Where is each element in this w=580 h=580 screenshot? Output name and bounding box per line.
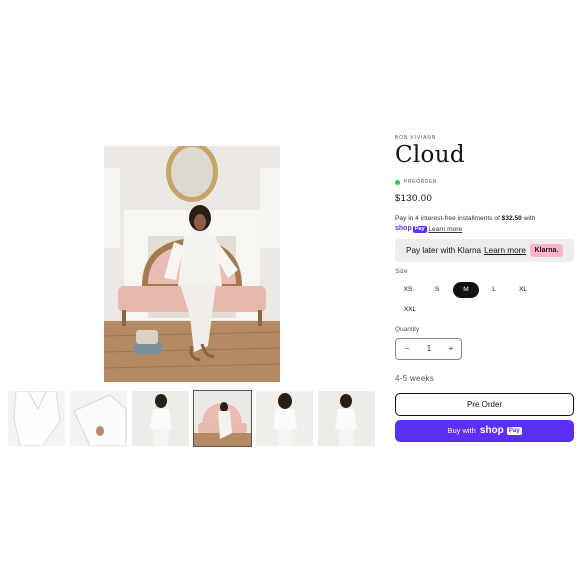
product-photo-illustration [104, 146, 280, 382]
shop-logo-icon: shop [479, 425, 504, 436]
thumbnail-strip [8, 390, 376, 447]
pay-logo-icon: Pay [506, 427, 522, 436]
main-product-image[interactable] [104, 146, 280, 382]
thumbnail-4[interactable] [193, 390, 252, 447]
size-option-s[interactable]: S [424, 282, 450, 298]
buy-with-label: Buy with [447, 426, 476, 435]
quantity-increase-button[interactable]: + [442, 339, 460, 359]
product-info: BON VIVIANN Cloud PREORDER $130.00 Pay i… [395, 0, 575, 580]
size-option-m[interactable]: M [453, 282, 479, 298]
status-label: PREORDER [404, 179, 438, 185]
klarna-banner[interactable]: Pay later with Klarna Learn more Klarna. [395, 239, 574, 262]
buy-with-shop-pay-button[interactable]: Buy with shop Pay [395, 420, 574, 442]
thumbnail-5[interactable] [256, 391, 313, 446]
size-option-xl[interactable]: XL [510, 282, 536, 298]
klarna-text: Pay later with Klarna [406, 246, 482, 255]
shop-pay-logo-icon: shop Pay [395, 225, 427, 233]
thumbnail-1[interactable] [8, 391, 65, 446]
size-option-xxl[interactable]: XXL [397, 302, 423, 318]
installments-text: Pay in 4 interest-free installments of [395, 215, 502, 222]
shipping-time: 4-5 weeks [395, 374, 435, 383]
size-label: Size [395, 268, 408, 275]
product-price: $130.00 [395, 193, 433, 204]
shop-pay-installments: Pay in 4 interest-free installments of $… [395, 214, 575, 235]
quantity-label: Quantity [395, 326, 420, 333]
thumbnail-3[interactable] [132, 391, 189, 446]
quantity-stepper: − 1 + [395, 338, 462, 360]
status-dot-icon [395, 179, 400, 185]
size-option-l[interactable]: L [481, 282, 507, 298]
quantity-input[interactable]: 1 [418, 339, 440, 359]
klarna-logo-icon: Klarna. [530, 244, 563, 257]
thumbnail-2[interactable] [70, 391, 127, 446]
installments-suffix: with [521, 215, 536, 222]
status-badge: PREORDER [395, 178, 437, 186]
installments-amount: $32.50 [501, 215, 522, 222]
thumbnail-6[interactable] [318, 391, 375, 446]
product-title: Cloud [395, 142, 465, 168]
quantity-decrease-button[interactable]: − [398, 339, 416, 359]
installments-learn-more-link[interactable]: Learn more [428, 226, 462, 233]
vendor-name: BON VIVIANN [395, 135, 437, 141]
pre-order-button[interactable]: Pre Order [395, 393, 574, 416]
klarna-learn-more-link[interactable]: Learn more [484, 246, 526, 255]
size-option-xs[interactable]: XS [395, 282, 421, 298]
